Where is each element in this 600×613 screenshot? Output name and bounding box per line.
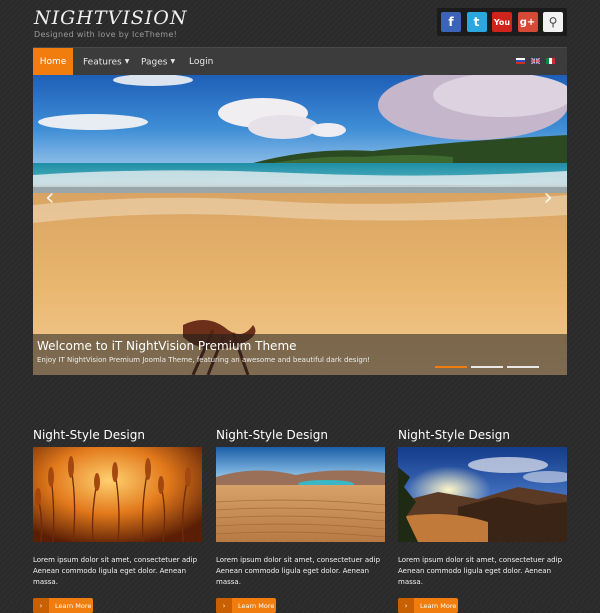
- google-plus-icon[interactable]: g+: [517, 12, 538, 32]
- nav-features-label: Features: [83, 57, 122, 68]
- slider-prev-arrow[interactable]: ‹: [45, 183, 55, 211]
- slide-caption-text: Enjoy IT NightVision Premium Joomla Them…: [37, 356, 371, 364]
- image-slider[interactable]: ‹ › Welcome to iT NightVision Premium Th…: [33, 75, 567, 375]
- learn-more-label: Learn More: [55, 601, 92, 610]
- learn-more-label: Learn More: [420, 601, 457, 610]
- slide-caption-title: Welcome to iT NightVision Premium Theme: [37, 339, 297, 353]
- site-logo[interactable]: NIGHTVISION Designed with love by IceThe…: [34, 8, 188, 39]
- wheat-field-image[interactable]: [33, 447, 202, 542]
- nav-item-login[interactable]: Login: [189, 48, 213, 76]
- feature-column-2: Night-Style Design Lorem ipsum dolor sit…: [216, 429, 385, 613]
- desert-image[interactable]: [216, 447, 385, 542]
- beach-slide-image: [33, 75, 567, 375]
- nav-item-features[interactable]: Features ▼: [83, 48, 129, 76]
- language-switcher: [516, 58, 555, 64]
- learn-more-button[interactable]: › Learn More: [398, 598, 458, 613]
- feature-title[interactable]: Night-Style Design: [398, 429, 567, 445]
- nav-item-home[interactable]: Home: [33, 48, 73, 81]
- canyon-sunset-image[interactable]: [398, 447, 567, 542]
- learn-more-label: Learn More: [238, 601, 275, 610]
- slider-dot-3[interactable]: [507, 366, 539, 368]
- feature-column-1: Night-Style Design Lorem ipsum dolor sit…: [33, 429, 202, 613]
- chevron-right-icon: ›: [216, 598, 232, 613]
- site-title[interactable]: NIGHTVISION: [34, 8, 188, 28]
- feature-column-3: Night-Style Design Lorem ipsum dolor sit…: [398, 429, 567, 613]
- english-flag-icon[interactable]: [531, 58, 540, 64]
- facebook-icon[interactable]: f: [441, 12, 461, 32]
- feature-description: Lorem ipsum dolor sit amet, consectetuer…: [33, 556, 198, 586]
- site-tagline: Designed with love by IceTheme!: [34, 30, 178, 39]
- main-navigation: Home Features ▼ Pages ▼ Login: [33, 47, 567, 81]
- slide-caption: Welcome to iT NightVision Premium Theme …: [33, 334, 567, 375]
- italian-flag-icon[interactable]: [546, 58, 555, 64]
- feature-description: Lorem ipsum dolor sit amet, consectetuer…: [216, 556, 381, 586]
- nav-home-label: Home: [39, 57, 67, 67]
- slider-pagination: [435, 366, 539, 368]
- slider-dot-1[interactable]: [435, 366, 467, 368]
- chevron-right-icon: ›: [33, 598, 49, 613]
- russian-flag-icon[interactable]: [516, 58, 525, 64]
- nav-login-label: Login: [189, 57, 214, 67]
- youtube-icon[interactable]: You: [492, 12, 512, 32]
- learn-more-button[interactable]: › Learn More: [216, 598, 276, 613]
- chevron-down-icon: ▼: [124, 58, 130, 65]
- learn-more-button[interactable]: › Learn More: [33, 598, 93, 613]
- social-bar: f t You g+ ⚲: [437, 8, 567, 36]
- feature-title[interactable]: Night-Style Design: [216, 429, 385, 445]
- slider-dot-2[interactable]: [471, 366, 503, 368]
- nav-pages-label: Pages: [141, 57, 168, 68]
- feature-description: Lorem ipsum dolor sit amet, consectetuer…: [398, 556, 563, 586]
- slider-next-arrow[interactable]: ›: [543, 183, 553, 211]
- search-icon[interactable]: ⚲: [543, 12, 563, 32]
- chevron-right-icon: ›: [398, 598, 414, 613]
- chevron-down-icon: ▼: [170, 58, 176, 65]
- twitter-icon[interactable]: t: [466, 12, 487, 32]
- feature-title[interactable]: Night-Style Design: [33, 429, 202, 445]
- nav-item-pages[interactable]: Pages ▼: [141, 48, 175, 76]
